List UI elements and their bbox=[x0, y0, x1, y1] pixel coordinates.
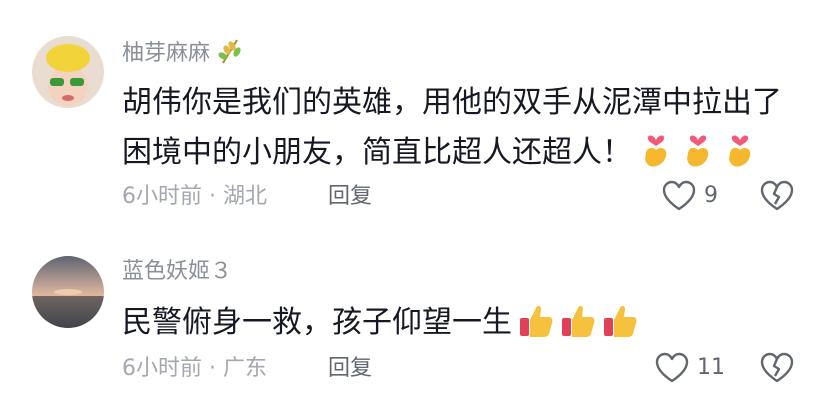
username[interactable]: 蓝色妖姬３ bbox=[122, 258, 232, 286]
comment-text-body: 民警俯身一救，孩子仰望一生 bbox=[122, 305, 512, 340]
rice-ear-icon bbox=[218, 39, 241, 64]
finger-heart-emoji bbox=[638, 130, 674, 170]
dislike-button[interactable] bbox=[760, 180, 794, 214]
like-button[interactable]: 11 bbox=[655, 352, 725, 384]
like-count: 9 bbox=[704, 183, 718, 208]
finger-heart-emoji bbox=[680, 130, 716, 170]
dislike-button[interactable] bbox=[760, 352, 794, 386]
location: 湖北 bbox=[223, 184, 268, 209]
location: 广东 bbox=[223, 356, 268, 381]
finger-heart-emoji bbox=[722, 130, 758, 170]
reply-button[interactable]: 回复 bbox=[328, 354, 372, 384]
like-button[interactable]: 9 bbox=[662, 180, 718, 212]
comment-text: 胡伟你是我们的英雄，用他的双手从泥潭中拉出了困境中的小朋友，简直比超人还超人！ bbox=[122, 78, 802, 178]
heart-icon bbox=[662, 180, 696, 211]
timestamp: 6小时前 bbox=[122, 184, 202, 209]
thumbs-up-emoji bbox=[602, 300, 638, 340]
comment-meta: 6小时前 · 广东 bbox=[122, 354, 267, 384]
meta-separator: · bbox=[209, 356, 216, 381]
avatar[interactable] bbox=[32, 256, 104, 328]
comment-item: 柚芽麻麻 胡伟你是我们的英雄，用他的双手从泥潭中拉出了困境中的小朋友，简直比超人… bbox=[0, 0, 828, 230]
reply-button[interactable]: 回复 bbox=[328, 182, 372, 212]
username-text[interactable]: 蓝色妖姬３ bbox=[122, 259, 232, 284]
heart-icon bbox=[655, 352, 689, 383]
comment-item: 蓝色妖姬３ 民警俯身一救，孩子仰望一生 6小时前 · 广东 回复 11 bbox=[0, 230, 828, 418]
meta-separator: · bbox=[209, 184, 216, 209]
thumbs-up-emoji bbox=[518, 300, 554, 340]
like-count: 11 bbox=[697, 355, 725, 380]
avatar[interactable] bbox=[32, 36, 104, 108]
comment-meta: 6小时前 · 湖北 bbox=[122, 182, 267, 212]
broken-heart-icon bbox=[760, 180, 794, 211]
thumbs-up-emoji bbox=[560, 300, 596, 340]
comment-text: 民警俯身一救，孩子仰望一生 bbox=[122, 298, 802, 348]
timestamp: 6小时前 bbox=[122, 356, 202, 381]
username[interactable]: 柚芽麻麻 bbox=[122, 38, 245, 68]
broken-heart-icon bbox=[760, 352, 794, 383]
username-text[interactable]: 柚芽麻麻 bbox=[122, 41, 210, 66]
